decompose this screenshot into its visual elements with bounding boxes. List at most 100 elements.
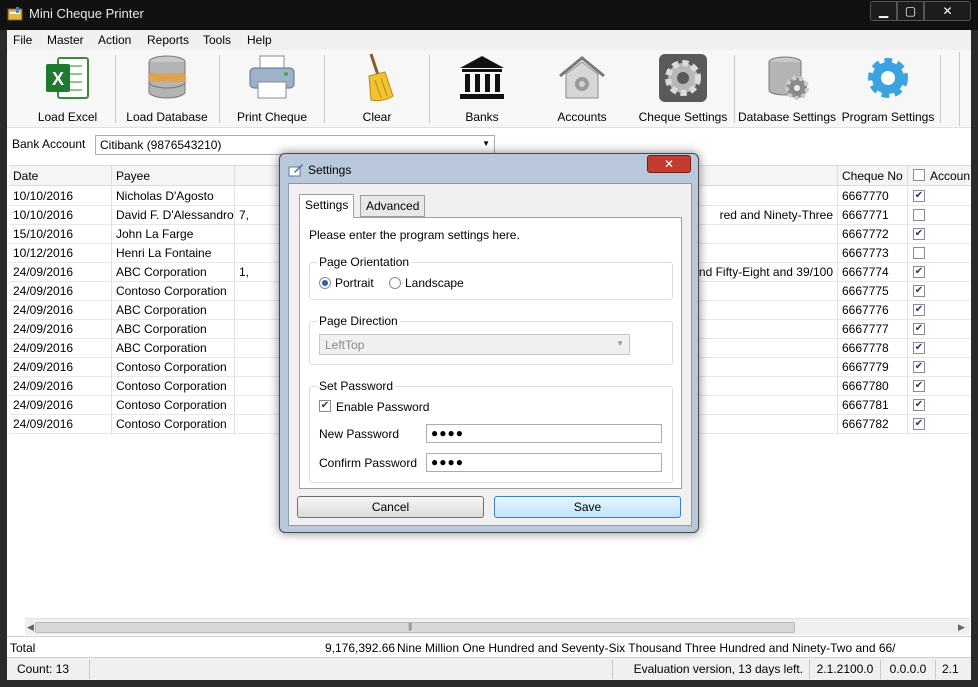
row-checkbox[interactable]: ✔	[913, 342, 925, 354]
column-header-payee[interactable]: Payee	[112, 166, 235, 186]
cell-payee: Contoso Corporation	[112, 415, 235, 434]
column-header-cheque-no[interactable]: Cheque No	[838, 166, 908, 186]
cell-cheque-no: 6667779	[838, 358, 908, 377]
cell-account: ✔	[908, 282, 971, 301]
cell-cheque-no: 6667770	[838, 187, 908, 206]
title-bar[interactable]: Mini Cheque Printer ▁ ▢ ✕	[0, 0, 978, 30]
banks-button[interactable]: Banks	[440, 52, 524, 128]
cell-date: 10/10/2016	[9, 206, 112, 225]
cell-payee: ABC Corporation	[112, 339, 235, 358]
total-label: Total	[10, 641, 36, 655]
toolbar-overflow-scroll[interactable]	[959, 52, 969, 126]
cell-account: ✔	[908, 339, 971, 358]
new-password-label: New Password	[319, 427, 400, 441]
cell-date: 24/09/2016	[9, 263, 112, 282]
row-checkbox[interactable]: ✔	[913, 361, 925, 373]
column-header-account[interactable]: Accoun	[908, 166, 971, 186]
radio-selected-dot	[322, 280, 328, 286]
row-checkbox[interactable]: ✔	[913, 190, 925, 202]
portrait-label[interactable]: Portrait	[335, 276, 374, 290]
row-checkbox[interactable]: ✔	[913, 266, 925, 278]
row-checkbox[interactable]: ✔	[913, 228, 925, 240]
scroll-right-icon[interactable]: ▶	[958, 622, 965, 633]
landscape-label[interactable]: Landscape	[405, 276, 464, 290]
cell-amount	[235, 415, 275, 434]
portrait-radio[interactable]	[319, 277, 331, 289]
menu-master[interactable]: Master	[47, 33, 84, 47]
print-cheque-button[interactable]: Print Cheque	[227, 52, 317, 128]
settings-pen-icon	[288, 164, 303, 177]
new-password-input[interactable]: ●●●●	[426, 424, 662, 443]
menu-action[interactable]: Action	[98, 33, 131, 47]
cell-cheque-no: 6667777	[838, 320, 908, 339]
excel-icon: X	[45, 57, 89, 99]
row-checkbox[interactable]	[913, 247, 925, 259]
dropdown-arrow-icon: ▼	[616, 339, 624, 348]
cell-amount	[235, 339, 275, 358]
row-checkbox[interactable]: ✔	[913, 304, 925, 316]
horizontal-scrollbar[interactable]: ◀ ||| ▶	[25, 618, 970, 635]
cell-account	[908, 206, 971, 225]
cell-amount	[235, 225, 275, 244]
cell-amount	[235, 320, 275, 339]
cell-cheque-no: 6667772	[838, 225, 908, 244]
confirm-password-input[interactable]: ●●●●	[426, 453, 662, 472]
row-checkbox[interactable]: ✔	[913, 380, 925, 392]
cell-cheque-no: 6667773	[838, 244, 908, 263]
save-button[interactable]: Save	[494, 496, 681, 518]
scrollbar-thumb[interactable]: |||	[35, 622, 795, 633]
row-checkbox[interactable]: ✔	[913, 285, 925, 297]
clear-button[interactable]: Clear	[335, 52, 419, 128]
cheque-settings-button[interactable]: Cheque Settings	[635, 52, 731, 128]
scroll-left-icon[interactable]: ◀	[27, 622, 34, 633]
tab-settings[interactable]: Settings	[299, 194, 355, 218]
database-settings-label: Database Settings	[737, 110, 837, 124]
cell-account: ✔	[908, 377, 971, 396]
cell-payee: Contoso Corporation	[112, 358, 235, 377]
select-all-checkbox[interactable]	[913, 169, 925, 181]
cell-date: 10/12/2016	[9, 244, 112, 263]
cell-payee: ABC Corporation	[112, 263, 235, 282]
minimize-button[interactable]: ▁	[870, 1, 897, 21]
page-direction-select[interactable]: LeftTop ▼	[319, 334, 630, 355]
close-window-button[interactable]: ✕	[924, 1, 971, 21]
database-settings-button[interactable]: Database Settings	[737, 52, 837, 128]
cell-cheque-no: 6667782	[838, 415, 908, 434]
row-checkbox[interactable]: ✔	[913, 399, 925, 411]
load-database-button[interactable]: Load Database	[120, 52, 214, 128]
cell-amount	[235, 396, 275, 415]
banks-label: Banks	[465, 110, 499, 124]
menu-help[interactable]: Help	[247, 33, 272, 47]
cell-account	[908, 244, 971, 263]
row-checkbox[interactable]	[913, 209, 925, 221]
cell-cheque-no: 6667774	[838, 263, 908, 282]
bank-account-label: Bank Account	[12, 137, 86, 151]
accounts-button[interactable]: Accounts	[540, 52, 624, 128]
set-password-title: Set Password	[317, 379, 396, 393]
dialog-close-button[interactable]: ✕	[647, 155, 691, 173]
tab-advanced[interactable]: Advanced	[360, 195, 426, 217]
cell-cheque-no: 6667780	[838, 377, 908, 396]
menu-tools[interactable]: Tools	[203, 33, 231, 47]
cell-date: 24/09/2016	[9, 282, 112, 301]
cell-payee: ABC Corporation	[112, 320, 235, 339]
load-excel-label: Load Excel	[37, 110, 98, 124]
column-header-date[interactable]: Date	[9, 166, 112, 186]
bank-account-select[interactable]: Citibank (9876543210) ▼	[95, 135, 495, 155]
settings-dialog[interactable]: Settings ✕ Settings Advanced Please ente…	[279, 153, 699, 533]
clear-label: Clear	[362, 110, 392, 124]
maximize-button[interactable]: ▢	[897, 1, 924, 21]
grip-icon: |||	[408, 622, 412, 631]
row-checkbox[interactable]: ✔	[913, 323, 925, 335]
menu-reports[interactable]: Reports	[147, 33, 189, 47]
cell-account: ✔	[908, 415, 971, 434]
enable-password-label[interactable]: Enable Password	[336, 400, 429, 414]
load-excel-button[interactable]: X Load Excel	[25, 52, 110, 128]
confirm-password-label: Confirm Password	[319, 456, 418, 470]
landscape-radio[interactable]	[389, 277, 401, 289]
menu-file[interactable]: File	[13, 33, 32, 47]
enable-password-checkbox[interactable]: ✔	[319, 400, 331, 412]
program-settings-button[interactable]: Program Settings	[839, 52, 937, 128]
row-checkbox[interactable]: ✔	[913, 418, 925, 430]
cancel-button[interactable]: Cancel	[297, 496, 484, 518]
